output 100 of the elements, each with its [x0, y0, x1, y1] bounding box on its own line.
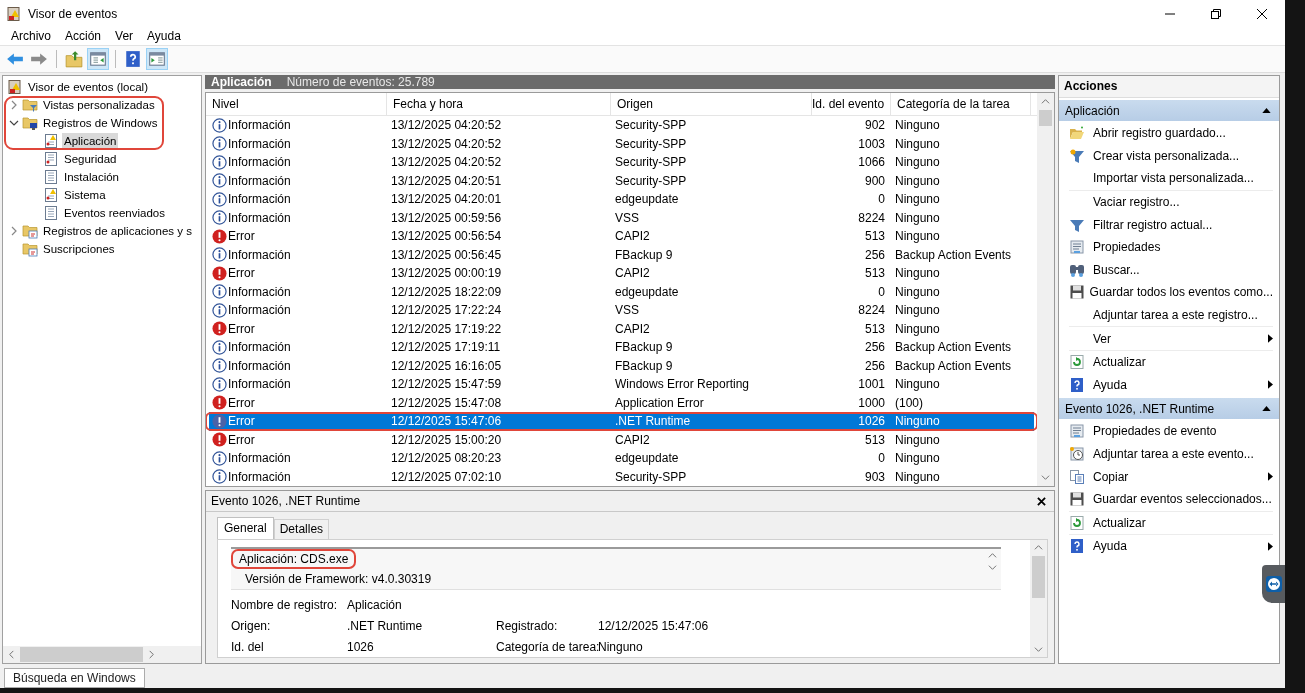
- event-row[interactable]: Información 12/12/2025 17:22:24 VSS 8224 Ninguno: [209, 301, 1034, 320]
- section-header[interactable]: Evento 1026, .NET Runtime: [1059, 398, 1279, 420]
- action-item[interactable]: Ayuda: [1093, 377, 1127, 392]
- folder-up-icon[interactable]: [64, 49, 84, 69]
- action-item[interactable]: Adjuntar tarea a este registro...: [1093, 308, 1258, 323]
- scroll-down-icon[interactable]: [1034, 645, 1043, 654]
- scroll-up-icon[interactable]: [988, 551, 997, 560]
- scroll-up-icon[interactable]: [1034, 543, 1043, 552]
- date-text: 12/12/2025 18:22:09: [390, 284, 503, 299]
- tab[interactable]: Detalles: [273, 519, 330, 539]
- chevron-icon[interactable]: [9, 118, 19, 128]
- tree-item[interactable]: Seguridad: [62, 151, 119, 167]
- level-text: Error: [228, 321, 255, 336]
- scroll-left-icon[interactable]: [7, 650, 16, 659]
- tree-item[interactable]: Suscripciones: [41, 241, 117, 257]
- event-row[interactable]: Información 12/12/2025 18:22:09 edgeupdate 0 Ninguno: [209, 282, 1034, 301]
- search-label[interactable]: Búsqueda en Windows: [4, 668, 145, 688]
- close-icon[interactable]: [1037, 496, 1046, 506]
- column-header[interactable]: Id. del evento: [812, 93, 891, 115]
- source-text: CAPI2: [614, 321, 651, 336]
- console-tree-icon[interactable]: [88, 49, 108, 69]
- event-row[interactable]: Información 13/12/2025 04:20:51 Security-SPP 900 Ninguno: [209, 171, 1034, 190]
- scroll-thumb[interactable]: [20, 647, 143, 662]
- tree-item[interactable]: Registros de aplicaciones y s: [41, 223, 194, 239]
- section-header[interactable]: Aplicación: [1059, 100, 1279, 121]
- event-row[interactable]: Información 12/12/2025 17:19:11 FBackup 9 256 Backup Action Events: [209, 338, 1034, 357]
- tree-item[interactable]: Instalación: [62, 169, 121, 185]
- event-row[interactable]: Error 12/12/2025 15:47:06 .NET Runtime 1026 Ninguno: [209, 412, 1034, 431]
- action-item[interactable]: Abrir registro guardado...: [1093, 126, 1226, 141]
- event-row[interactable]: Información 12/12/2025 08:20:23 edgeupdate 0 Ninguno: [209, 449, 1034, 468]
- action-item[interactable]: Actualizar: [1093, 515, 1146, 530]
- action-item[interactable]: Filtrar registro actual...: [1093, 217, 1213, 232]
- event-row[interactable]: Error 12/12/2025 15:00:20 CAPI2 513 Ninguno: [209, 430, 1034, 449]
- vertical-scrollbar[interactable]: [1037, 93, 1054, 486]
- source-text: FBackup 9: [614, 247, 674, 262]
- event-row[interactable]: Error 12/12/2025 17:19:22 CAPI2 513 Ninguno: [209, 319, 1034, 338]
- tree-item[interactable]: Vistas personalizadas: [41, 97, 157, 113]
- event-id-text: 1003: [857, 136, 886, 151]
- menu-item[interactable]: Ayuda: [140, 28, 188, 45]
- menu-item[interactable]: Archivo: [4, 28, 58, 45]
- event-row[interactable]: Información 13/12/2025 00:59:56 VSS 8224 Ninguno: [209, 208, 1034, 227]
- event-row[interactable]: Información 12/12/2025 07:02:10 Security-SPP 903 Ninguno: [209, 467, 1034, 486]
- action-pane-icon[interactable]: [147, 49, 167, 69]
- tree-item[interactable]: Sistema: [62, 187, 108, 203]
- action-item[interactable]: Propiedades de evento: [1093, 424, 1217, 439]
- tree-item[interactable]: Aplicación: [62, 133, 119, 149]
- action-item[interactable]: Buscar...: [1093, 262, 1140, 277]
- column-header[interactable]: Origen: [611, 93, 812, 115]
- action-item[interactable]: Ayuda: [1093, 539, 1127, 554]
- menu-item[interactable]: Acción: [58, 28, 109, 45]
- event-row[interactable]: Información 12/12/2025 15:47:59 Windows Error Reporting 1001 Ninguno: [209, 375, 1034, 394]
- action-item[interactable]: Actualizar: [1093, 355, 1146, 370]
- tree-item[interactable]: Eventos reenviados: [62, 205, 167, 221]
- tree-item[interactable]: Registros de Windows: [41, 115, 160, 131]
- event-row[interactable]: Error 13/12/2025 00:56:54 CAPI2 513 Ninguno: [209, 227, 1034, 246]
- action-item[interactable]: Vaciar registro...: [1093, 195, 1180, 210]
- action-item[interactable]: Copiar: [1093, 469, 1129, 484]
- event-row[interactable]: Información 13/12/2025 04:20:01 edgeupdate 0 Ninguno: [209, 190, 1034, 209]
- event-row[interactable]: Información 13/12/2025 04:20:52 Security-SPP 902 Ninguno: [209, 116, 1034, 135]
- source-text: VSS: [614, 210, 640, 225]
- action-item[interactable]: Propiedades: [1093, 240, 1161, 255]
- event-row[interactable]: Información 13/12/2025 04:20:52 Security-SPP 1003 Ninguno: [209, 134, 1034, 153]
- event-id-text: 903: [863, 469, 886, 484]
- event-row[interactable]: Error 13/12/2025 00:00:19 CAPI2 513 Ninguno: [209, 264, 1034, 283]
- scroll-right-icon[interactable]: [147, 650, 156, 659]
- level-text: Error: [228, 229, 255, 244]
- action-item[interactable]: Guardar todos los eventos como...: [1089, 285, 1273, 300]
- help-icon[interactable]: [123, 49, 143, 69]
- caret-icon[interactable]: [1262, 406, 1271, 412]
- column-header[interactable]: Nivel: [206, 93, 387, 115]
- info-icon: [212, 210, 227, 226]
- help-icon: [1069, 538, 1085, 555]
- scroll-up-icon[interactable]: [1041, 97, 1050, 106]
- column-header[interactable]: Categoría de la tarea: [891, 93, 1031, 115]
- event-row[interactable]: Información 13/12/2025 00:56:45 FBackup 9 256 Backup Action Events: [209, 245, 1034, 264]
- action-item[interactable]: Importar vista personalizada...: [1093, 171, 1254, 186]
- event-row[interactable]: Información 12/12/2025 16:16:05 FBackup 9 256 Backup Action Events: [209, 356, 1034, 375]
- action-item[interactable]: Ver: [1093, 331, 1111, 346]
- scroll-down-icon[interactable]: [1041, 473, 1050, 482]
- field-label: Categoría de tarea:: [496, 639, 598, 654]
- action-item[interactable]: Guardar eventos seleccionados...: [1093, 492, 1272, 507]
- action-item[interactable]: Crear vista personalizada...: [1093, 148, 1240, 163]
- event-row[interactable]: Error 12/12/2025 15:47:08 Application Error 1000 (100): [209, 393, 1034, 412]
- level-text: Información: [228, 377, 291, 392]
- menu-item[interactable]: Ver: [108, 28, 141, 45]
- scroll-down-icon[interactable]: [988, 563, 997, 572]
- caret-icon[interactable]: [1262, 108, 1271, 113]
- source-text: Security-SPP: [614, 118, 688, 133]
- vertical-scrollbar[interactable]: [1030, 540, 1047, 657]
- category-text: Backup Action Events: [894, 358, 1013, 373]
- level-text: Información: [228, 155, 291, 170]
- side-tab[interactable]: [1262, 565, 1285, 603]
- tab[interactable]: General: [217, 517, 274, 539]
- scroll-thumb[interactable]: [1039, 110, 1052, 126]
- action-item[interactable]: Adjuntar tarea a este evento...: [1093, 447, 1254, 461]
- event-row[interactable]: Información 13/12/2025 04:20:52 Security-SPP 1066 Ninguno: [209, 153, 1034, 172]
- column-header[interactable]: Fecha y hora: [387, 93, 611, 115]
- scroll-thumb[interactable]: [1032, 556, 1045, 598]
- horizontal-scrollbar[interactable]: [3, 646, 201, 663]
- tree-item[interactable]: Visor de eventos (local): [26, 79, 150, 95]
